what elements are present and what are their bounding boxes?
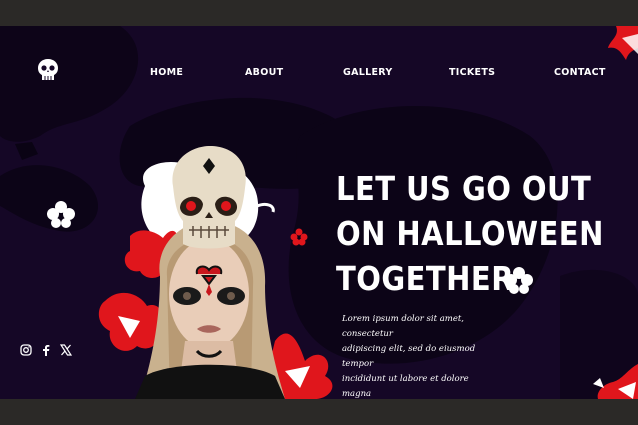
skull-icon[interactable] [37,58,59,82]
hero-image [98,146,333,399]
hero-description: Lorem ipsum dolor sit amet, consectetur … [342,312,492,399]
landing-page: HOME ABOUT GALLERY TICKETS CONTACT LET U… [0,26,638,399]
hero-headline: LET US GO OUT ON HALLOWEEN TOGETHER [336,166,604,301]
description-line: incididunt ut labore et dolore magna [342,374,469,399]
white-flower-icon [47,201,75,228]
nav-home[interactable]: HOME [150,67,183,78]
window-bottom-bar [0,399,638,425]
flower-decoration-icon [593,364,638,399]
nav-contact[interactable]: CONTACT [554,67,606,78]
instagram-icon[interactable] [19,343,33,357]
nav-about[interactable]: ABOUT [245,67,283,78]
headline-line: ON HALLOWEEN [336,214,604,253]
nav-gallery[interactable]: GALLERY [343,67,393,78]
facebook-icon[interactable] [39,343,53,357]
description-line: Lorem ipsum dolor sit amet, consectetur [342,314,465,339]
red-flower-icon [290,228,308,246]
headline-line: TOGETHER [336,259,515,298]
headline-line: LET US GO OUT [336,169,592,208]
x-twitter-icon[interactable] [59,343,73,357]
nav-tickets[interactable]: TICKETS [449,67,495,78]
description-line: adipiscing elit, sed do eiusmod tempor [342,344,476,369]
flower-decoration-icon [608,26,638,60]
